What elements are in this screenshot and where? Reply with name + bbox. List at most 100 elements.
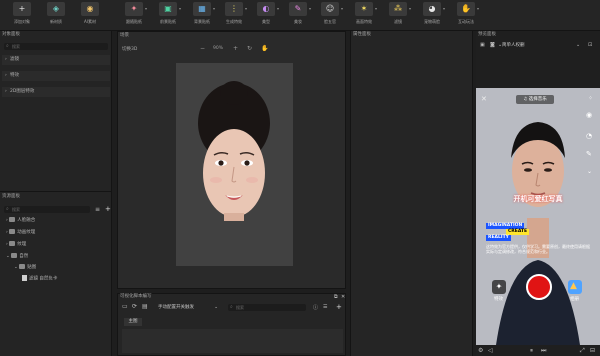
graph-tab[interactable]: 主图 — [124, 318, 142, 326]
layout-icon[interactable]: ▤ — [142, 303, 148, 310]
choose-music-button[interactable]: ♫ 选择音乐 — [516, 95, 554, 104]
tree-item-filter-file[interactable]: 滤镜 自然负卡 — [22, 275, 57, 283]
toolbar-item[interactable]: + 添加对象 — [4, 2, 40, 30]
caret-down-icon[interactable]: ▾ — [245, 6, 247, 11]
toolbar-item[interactable]: ✎ ▾ 美妆 — [280, 2, 316, 30]
popout-icon[interactable]: ⧉ — [334, 294, 338, 300]
photo-icon: ▲ — [570, 281, 577, 291]
interactive-icon: ✋ — [461, 4, 471, 13]
trigger-mode-select[interactable]: 手动配置开关触发 ⌄ — [158, 304, 220, 311]
toolbar-item[interactable]: ⋮ ▾ 生成特效 — [216, 2, 252, 30]
object-panel: 对象面板 ⌕ 搜索 › 滤镜 › 特效 › 2D图层特效 资源面板 ⌕ 搜索 ≡… — [0, 31, 112, 356]
tree-item-sticker[interactable]: ⌄ 贴图 — [14, 264, 36, 272]
album-button[interactable]: ▲ — [568, 280, 582, 294]
info-icon[interactable]: ⓘ — [313, 304, 318, 311]
expand-icon[interactable]: ⌄ — [587, 168, 592, 175]
chevron-right-icon: › — [5, 57, 7, 62]
caret-down-icon[interactable]: ▾ — [477, 6, 479, 11]
refresh-icon[interactable]: ⟳ — [132, 303, 137, 310]
caret-down-icon[interactable]: ▾ — [213, 6, 215, 11]
add-resource-icon[interactable]: + — [105, 205, 111, 213]
toolbar-icon-box: ⁂ ▾ — [389, 2, 411, 16]
settings-icon[interactable]: ⚙ — [478, 347, 483, 354]
toolbar-item-label: 画面特效 — [356, 19, 372, 24]
close-icon[interactable]: ✕ — [481, 95, 487, 103]
flip-camera-icon[interactable]: ◉ — [586, 111, 592, 119]
scene-title: 场景 — [120, 33, 129, 38]
face-features-icon: ☺ — [325, 4, 335, 13]
close-icon[interactable]: ✕ — [341, 294, 345, 300]
caret-down-icon[interactable]: ▾ — [409, 6, 411, 11]
more-icon[interactable]: ⁘ — [588, 95, 593, 102]
caret-down-icon[interactable]: ▾ — [277, 6, 279, 11]
tree-item-anim-texture[interactable]: › 动画纹理 — [6, 229, 35, 237]
chevron-down-icon[interactable]: ⌄ — [576, 42, 580, 48]
preview-device-select[interactable]: 简单人权删 — [502, 42, 562, 49]
material-icon: ◈ — [52, 4, 60, 13]
crop-icon[interactable]: ⊡ — [588, 42, 592, 48]
timer-icon[interactable]: ◔ — [586, 132, 592, 140]
fullscreen-icon[interactable]: ⤢ — [580, 347, 585, 355]
caret-down-icon[interactable]: ▾ — [341, 6, 343, 11]
section-filter-label: 滤镜 — [10, 57, 19, 62]
visual-search-input[interactable]: ⌕ 搜索 — [228, 304, 306, 311]
preview-phone[interactable]: ✕ ♫ 选择音乐 ⁘ ◉ ◔ ✎ ⌄ 开机可爱红写真 IMAGINATION C… — [476, 88, 600, 345]
tree-item-face-fusion[interactable]: › 人脸融合 — [6, 217, 35, 225]
trigger-mode-value: 手动配置开关触发 — [158, 305, 194, 310]
toolbar-item[interactable]: ☺ ▾ 脸五官 — [312, 2, 348, 30]
caret-down-icon[interactable]: ▾ — [179, 6, 181, 11]
zoom-level: 90% — [213, 46, 224, 51]
toolbar-icon-box: ◈ — [47, 2, 65, 16]
divider — [0, 191, 112, 192]
effect-button[interactable]: ✦ — [492, 280, 506, 294]
resource-panel-title: 资源面板 — [2, 194, 20, 199]
speaker-icon[interactable]: ◁ — [488, 347, 493, 354]
reset-view-icon[interactable]: ↻ — [247, 45, 252, 52]
preview-device-value: 简单人权删 — [502, 43, 525, 48]
caret-down-icon[interactable]: ▾ — [309, 6, 311, 11]
section-2d-layer[interactable]: › 2D图层特效 — [2, 87, 110, 97]
toggle-3d-button[interactable]: 切换3D — [122, 46, 137, 52]
caret-down-icon[interactable]: ▾ — [375, 6, 377, 11]
scene-canvas[interactable] — [176, 63, 293, 266]
zoom-out-icon[interactable]: − — [200, 45, 205, 52]
toolbar-item[interactable]: ◐ ▾ 美型 — [248, 2, 284, 30]
list-icon[interactable]: ☰ — [323, 304, 327, 310]
toolbar-item[interactable]: ⁂ ▾ 滤镜 — [380, 2, 416, 30]
overlay-title: 开机可爱红写真 — [513, 195, 563, 203]
resource-search-input[interactable]: ⌕ 搜索 — [4, 206, 90, 213]
hand-tool-icon[interactable]: ✋ — [261, 45, 268, 52]
folder-icon — [11, 253, 18, 258]
section-filter[interactable]: › 滤镜 — [2, 55, 110, 65]
record-button[interactable] — [526, 274, 552, 300]
toolbar-item[interactable]: ◈ 新材质 — [38, 2, 74, 30]
grid-icon[interactable]: ▣ — [480, 42, 485, 48]
graph-canvas[interactable] — [122, 329, 343, 353]
object-search-input[interactable]: ⌕ 搜索 — [4, 43, 108, 50]
toolbar-item[interactable]: ✋ ▾ 互动玩法 — [448, 2, 484, 30]
tree-item-nature[interactable]: ⌄ 自然 — [6, 253, 28, 261]
toolbar-item[interactable]: ✶ ▾ 画面特效 — [346, 2, 382, 30]
sort-icon[interactable]: ≡ — [95, 206, 100, 213]
caret-down-icon[interactable]: ▾ — [443, 6, 445, 11]
folder-icon — [19, 264, 26, 269]
step-icon[interactable]: ⏭ — [541, 347, 546, 355]
toolbar-item[interactable]: ◕ ▾ 宠物萌脸 — [414, 2, 450, 30]
overlay-description: 这特效为官方提供，仅供学习。需要原创，最终使用请根据实际与定调修改，符合规范和行… — [486, 244, 590, 254]
camera-icon[interactable]: ◙ — [490, 42, 495, 48]
caret-down-icon[interactable]: ▾ — [145, 6, 147, 11]
tree-item-texture[interactable]: › 纹理 — [6, 241, 26, 249]
zoom-in-icon[interactable]: + — [233, 45, 238, 52]
section-effect[interactable]: › 特效 — [2, 71, 110, 81]
toolbar-icon-box: ◕ ▾ — [423, 2, 445, 16]
pause-icon[interactable]: ⏸ — [530, 347, 533, 355]
toolbar-item[interactable]: ▣ ▾ 前景贴纸 — [150, 2, 186, 30]
screenshot-icon[interactable]: ⊟ — [590, 347, 595, 354]
add-icon[interactable]: + — [336, 303, 342, 311]
arrow-icon[interactable]: ▭ — [122, 303, 128, 310]
toolbar-item[interactable]: ▦ ▾ 背景贴纸 — [184, 2, 220, 30]
toolbar-item[interactable]: ◉ AI素材 — [72, 2, 108, 30]
beauty-icon[interactable]: ✎ — [586, 150, 592, 158]
toolbar-item[interactable]: ✦ ▾ 跟随贴纸 — [116, 2, 152, 30]
tree-item-label: 自然 — [19, 254, 29, 259]
